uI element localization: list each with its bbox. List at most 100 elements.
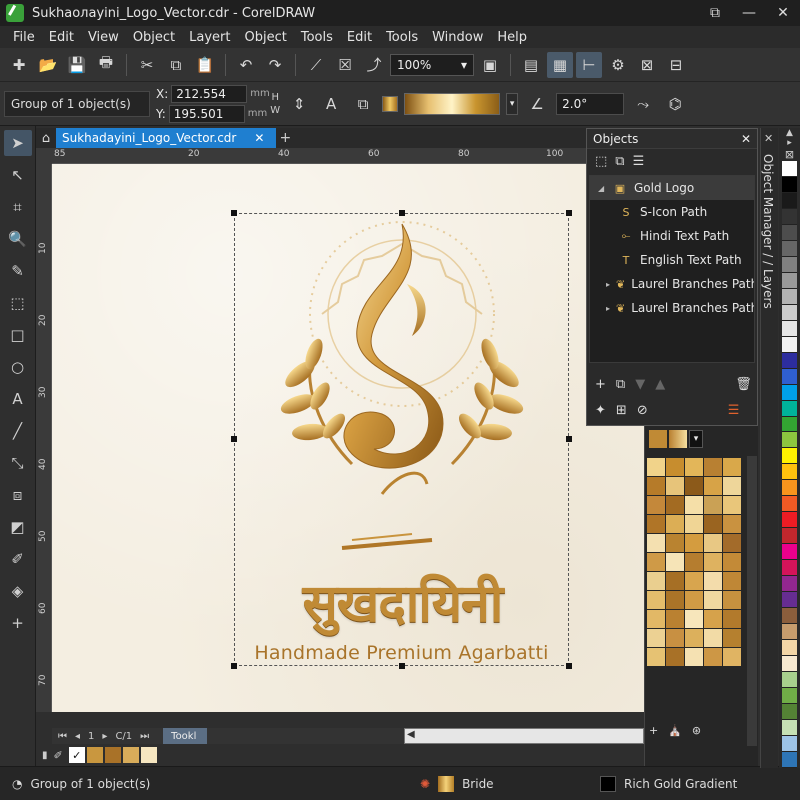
crop-tool-icon[interactable]: ⌗ <box>4 194 32 220</box>
gold-swatch[interactable] <box>647 458 665 476</box>
menu-view[interactable]: View <box>81 30 126 45</box>
palette-color-swatch[interactable] <box>782 656 797 672</box>
palette-color-swatch[interactable] <box>782 192 797 209</box>
gradient-fill-picker[interactable] <box>404 92 501 115</box>
palette-color-swatch[interactable] <box>782 672 797 688</box>
resize-handle-top-right[interactable] <box>566 210 572 216</box>
palette-color-swatch[interactable] <box>782 384 797 401</box>
palette-color-swatch[interactable] <box>782 719 797 736</box>
gold-swatch[interactable] <box>647 477 665 495</box>
close-tab-icon[interactable]: ✕ <box>254 131 264 145</box>
move-down-icon[interactable]: ▼ <box>635 377 645 392</box>
gold-swatch[interactable] <box>647 515 665 533</box>
gold-swatch[interactable] <box>685 591 703 609</box>
tab-document[interactable]: Sukhadayini_Logo_Vector.cdr ✕ <box>56 128 277 148</box>
import-icon[interactable]: ⟋ <box>303 52 329 78</box>
list-view-icon[interactable]: ☰ <box>633 154 645 169</box>
gold-swatch[interactable] <box>647 591 665 609</box>
palette-color-swatch[interactable] <box>782 256 797 273</box>
resize-handle-bottom-right[interactable] <box>566 663 572 669</box>
gold-swatch[interactable] <box>666 629 684 647</box>
palette-color-swatch[interactable] <box>782 240 797 257</box>
gold-swatch[interactable] <box>647 553 665 571</box>
swatch-fill-icon[interactable]: ⊛ <box>692 724 701 737</box>
palette-swatch[interactable] <box>104 747 121 763</box>
gold-swatch[interactable] <box>647 629 665 647</box>
next-page-icon[interactable]: ▸ <box>102 731 107 742</box>
fill-swatch[interactable] <box>382 95 399 112</box>
menu-tools[interactable]: Tools <box>294 30 340 45</box>
gold-swatch[interactable] <box>723 458 741 476</box>
select-object-icon[interactable]: ⬚ <box>595 154 607 169</box>
publish-icon[interactable]: ⤴ <box>361 52 387 78</box>
first-page-icon[interactable]: ⏮ <box>58 731 67 742</box>
redo-icon[interactable]: ↷ <box>262 52 288 78</box>
gold-swatch[interactable] <box>723 591 741 609</box>
menu-edit-2[interactable]: Edit <box>340 30 379 45</box>
restore-window-button[interactable]: ⧉ <box>698 0 732 26</box>
gold-swatch[interactable] <box>647 496 665 514</box>
rectangle-tool-icon[interactable]: □ <box>4 322 32 348</box>
launch-icon[interactable]: ⊠ <box>634 52 660 78</box>
home-icon[interactable]: ⌂ <box>36 128 56 148</box>
gold-swatch[interactable] <box>685 458 703 476</box>
freehand-tool-icon[interactable]: ✎ <box>4 258 32 284</box>
add-swatch-icon[interactable]: + <box>649 724 658 737</box>
gold-swatch[interactable] <box>666 572 684 590</box>
node-edit-icon[interactable]: ⤳ <box>630 91 656 117</box>
print-icon[interactable]: 🖶 <box>93 52 119 78</box>
gold-swatch[interactable] <box>723 477 741 495</box>
gold-swatch[interactable] <box>704 534 722 552</box>
palette-color-swatch[interactable] <box>782 368 797 385</box>
eyedropper-icon[interactable]: ✐ <box>4 546 32 572</box>
zoom-level-select[interactable]: 100% ▾ <box>390 53 474 76</box>
expand-icon[interactable]: ▸ <box>606 304 610 313</box>
panel-menu-icon[interactable]: ☰ <box>728 403 740 418</box>
palette-color-swatch[interactable] <box>782 304 797 321</box>
gold-swatch[interactable] <box>704 496 722 514</box>
close-icon[interactable]: ✕ <box>741 132 751 146</box>
swatch-library-icon[interactable]: ⛪ <box>668 724 682 737</box>
gold-swatch[interactable] <box>685 629 703 647</box>
current-swatch[interactable] <box>649 430 667 448</box>
palette-color-swatch[interactable] <box>782 640 797 657</box>
cut-icon[interactable]: ✂ <box>134 52 160 78</box>
vertical-ruler[interactable]: 10 20 30 40 50 60 70 <box>36 164 52 712</box>
lock-icon[interactable]: ⌬ <box>662 91 688 117</box>
gold-swatch[interactable] <box>666 458 684 476</box>
palette-color-swatch[interactable] <box>782 224 797 241</box>
drop-shadow-icon[interactable]: ⧈ <box>4 482 32 508</box>
palette-color-swatch[interactable] <box>782 703 797 720</box>
palette-color-swatch[interactable] <box>782 608 797 625</box>
no-print-icon[interactable]: ⊘ <box>637 403 648 418</box>
tree-item-gold-logo[interactable]: ◢ ▣ Gold Logo <box>590 176 754 200</box>
palette-swatch[interactable] <box>86 747 103 763</box>
gold-swatch[interactable] <box>666 515 684 533</box>
gold-swatch[interactable] <box>704 458 722 476</box>
resize-handle-right[interactable] <box>566 436 572 442</box>
horizontal-ruler[interactable]: 85 20 40 60 80 100 <box>52 148 586 164</box>
gold-swatch[interactable] <box>666 591 684 609</box>
prev-page-icon[interactable]: ◂ <box>75 731 80 742</box>
gold-swatch[interactable] <box>723 572 741 590</box>
gold-swatch[interactable] <box>666 477 684 495</box>
gold-swatch[interactable] <box>666 648 684 666</box>
selection-bounding-box[interactable] <box>231 210 572 669</box>
new-master-layer-icon[interactable]: ⧉ <box>616 377 625 392</box>
smart-fill-icon[interactable]: ⬚ <box>4 290 32 316</box>
tree-item-laurel-branches-1[interactable]: ▸ ❦ Laurel Branches Path <box>590 272 754 296</box>
object-properties-icon[interactable]: ✦ <box>595 403 606 418</box>
menu-layout[interactable]: Layert <box>182 30 237 45</box>
new-document-icon[interactable]: ✚ <box>6 52 32 78</box>
palette-color-swatch[interactable] <box>782 208 797 225</box>
palette-color-swatch[interactable] <box>782 416 797 433</box>
gold-swatch[interactable] <box>723 629 741 647</box>
gold-swatch[interactable] <box>647 534 665 552</box>
paste-icon[interactable]: 📋 <box>192 52 218 78</box>
close-window-button[interactable]: ✕ <box>766 0 800 26</box>
gold-swatch[interactable] <box>704 610 722 628</box>
parallel-dimension-icon[interactable]: ╱ <box>4 418 32 444</box>
resize-handle-top-left[interactable] <box>231 210 237 216</box>
x-position-input[interactable]: 212.554 <box>171 84 248 103</box>
gold-swatch[interactable] <box>704 648 722 666</box>
